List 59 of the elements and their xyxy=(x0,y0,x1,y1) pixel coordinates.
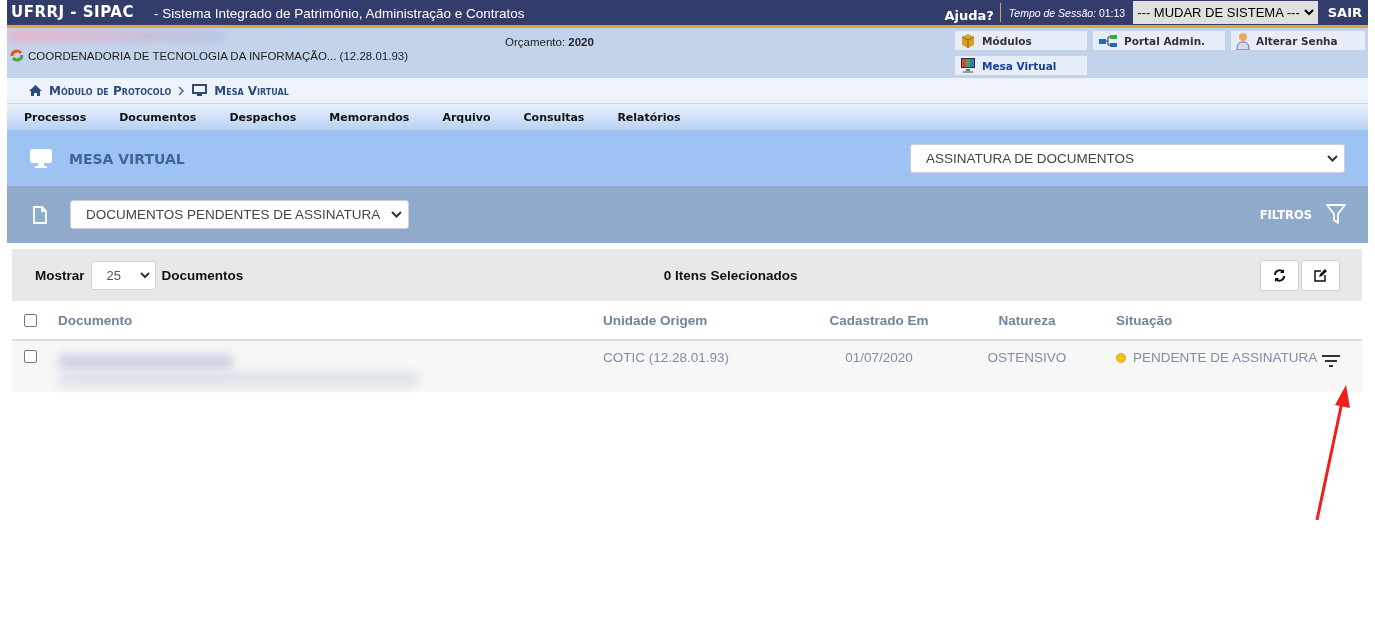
menu-item[interactable]: Memorandos xyxy=(329,110,443,124)
column-header[interactable]: Situação xyxy=(1103,312,1322,328)
edit-button[interactable] xyxy=(1301,259,1340,291)
system-select[interactable]: --- MUDAR DE SISTEMA --- xyxy=(1133,1,1318,24)
person-icon xyxy=(1236,31,1250,50)
system-subtitle: - Sistema Integrado de Patrimônio, Administração e Contratos xyxy=(152,5,526,23)
network-icon xyxy=(1098,33,1118,48)
unit-name: COORDENADORIA DE TECNOLOGIA DA INFORMAÇÃO... (12.28.01.93) xyxy=(28,49,409,62)
monitor-icon xyxy=(29,148,53,169)
column-header[interactable]: Unidade Origem xyxy=(603,312,807,328)
table-cell-text: 01/07/2020 xyxy=(844,350,914,365)
show-suffix: Documentos xyxy=(161,267,244,283)
column-header[interactable]: Natureza xyxy=(951,312,1103,328)
breadcrumb-link[interactable]: Módulo de Protocolo xyxy=(49,83,172,98)
panel-title: MESA VIRTUAL xyxy=(69,150,186,167)
list-select[interactable]: DOCUMENTOS PENDENTES DE ASSINATURA xyxy=(70,200,409,229)
table-cell-text: OSTENSIVO xyxy=(986,350,1068,365)
mode-select[interactable]: ASSINATURA DE DOCUMENTOS xyxy=(910,144,1345,173)
status-text: PENDENTE DE ASSINATURA xyxy=(1133,350,1318,365)
shortcut-link[interactable]: Mesa Virtual xyxy=(955,56,1087,75)
menu-item[interactable]: Processos xyxy=(24,110,120,124)
budget-label: Orçamento: 2020 xyxy=(504,35,595,50)
help-link[interactable]: Ajuda? xyxy=(938,3,1001,22)
chevron-icon xyxy=(1303,9,1314,16)
box-icon xyxy=(960,32,976,49)
page-size-select[interactable]: 25 xyxy=(90,260,156,290)
monitor-icon xyxy=(960,57,976,74)
column-header[interactable]: Cadastrado Em xyxy=(807,312,951,328)
menu-item[interactable]: Arquivo xyxy=(442,110,524,124)
chevron-icon xyxy=(178,85,186,96)
menu-item[interactable]: Relatórios xyxy=(617,110,714,124)
refresh-icon xyxy=(1273,268,1286,282)
breadcrumb-link[interactable]: Mesa Virtual xyxy=(214,83,289,98)
checkbox[interactable] xyxy=(24,313,37,327)
sort-icon[interactable] xyxy=(1322,355,1340,367)
shortcut-link[interactable]: Alterar Senha xyxy=(1231,31,1365,50)
menu-item[interactable]: Despachos xyxy=(229,110,330,124)
chevron-icon xyxy=(391,211,402,218)
menu-item[interactable]: Documentos xyxy=(119,110,230,124)
filter-icon[interactable] xyxy=(1326,204,1346,225)
checkbox[interactable] xyxy=(24,350,37,363)
menu-item[interactable]: Consultas xyxy=(523,110,618,124)
system-name: UFRRJ - SIPAC xyxy=(10,2,135,23)
document-icon xyxy=(33,205,47,224)
session-timer: Tempo de Sessão: 01:13 xyxy=(1007,6,1127,21)
shortcut-link[interactable]: Módulos xyxy=(955,31,1087,50)
home-icon xyxy=(29,85,42,96)
monitor-icon xyxy=(192,84,208,97)
table-cell-text: COTIC (12.28.01.93) xyxy=(603,350,731,365)
refresh-icon[interactable] xyxy=(9,48,25,63)
chevron-icon xyxy=(139,271,150,279)
selected-count: 0 Itens Selecionados xyxy=(663,267,798,283)
refresh-button[interactable] xyxy=(1260,259,1299,291)
column-header[interactable]: Documento xyxy=(58,312,603,328)
show-label: Mostrar xyxy=(35,267,85,283)
logout-link[interactable]: SAIR xyxy=(1317,0,1368,25)
shortcut-link[interactable]: Portal Admin. xyxy=(1093,31,1225,50)
edit-icon xyxy=(1314,268,1327,282)
chevron-icon xyxy=(1327,155,1338,162)
